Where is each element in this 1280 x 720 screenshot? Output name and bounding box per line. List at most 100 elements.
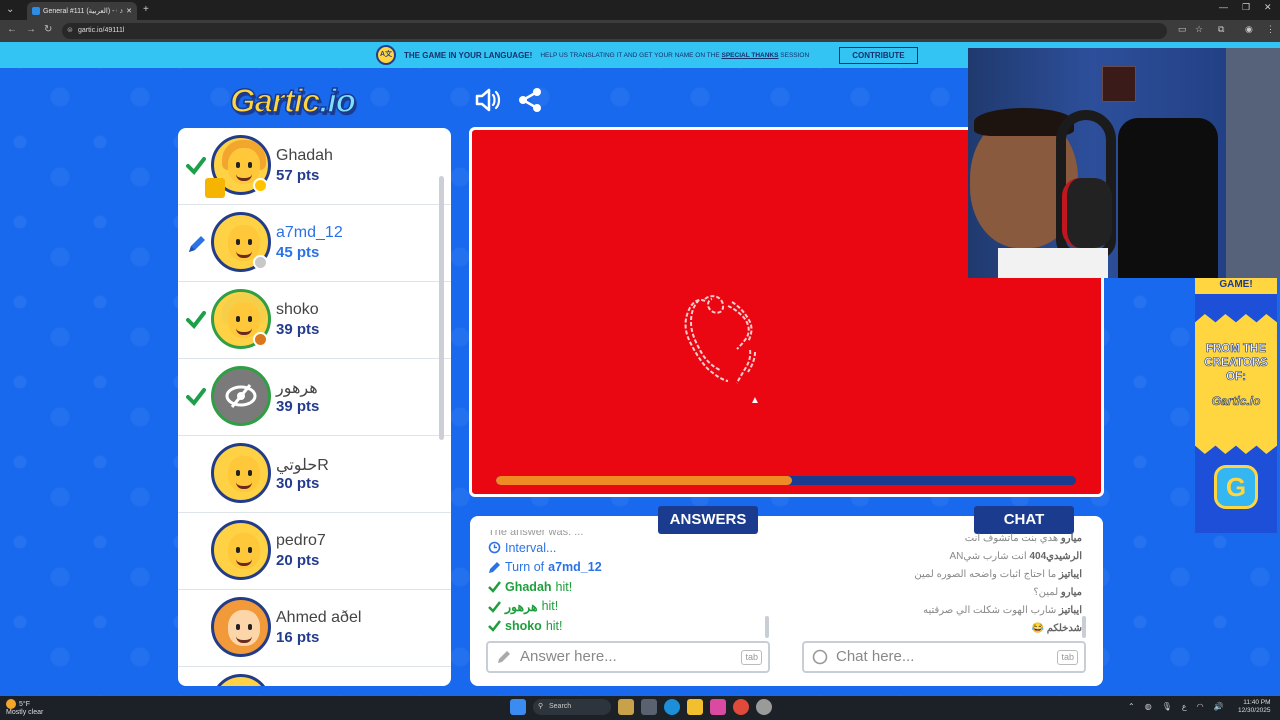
new-tab-button[interactable]: + bbox=[143, 3, 149, 17]
gartic-app-icon: G bbox=[1214, 465, 1258, 509]
widgets-icon[interactable] bbox=[618, 699, 634, 715]
check-icon bbox=[488, 600, 501, 613]
check-icon bbox=[186, 387, 206, 407]
start-icon[interactable] bbox=[510, 699, 526, 715]
weather-widget[interactable]: 5°F Mostly clear bbox=[6, 699, 43, 717]
back-icon[interactable]: ← bbox=[7, 24, 17, 35]
chat-message: ميارو هدي بنت ماتشوف انت bbox=[964, 533, 1082, 544]
player-row[interactable]: حلوتيR 30 pts bbox=[178, 436, 451, 513]
profile-icon[interactable]: ◉ bbox=[1245, 24, 1253, 35]
avatar bbox=[211, 520, 271, 580]
instagram-icon[interactable] bbox=[710, 699, 726, 715]
search-icon: ⚲ bbox=[538, 703, 544, 710]
taskbar-apps: ⚲ Search bbox=[510, 699, 772, 715]
tab-audio-icon[interactable]: ♪ bbox=[120, 8, 124, 15]
status-badge bbox=[253, 255, 268, 270]
windows-taskbar: 5°F Mostly clear ⚲ Search ⌃ ◍ 🎙 ع ◠ 🔊 11:4… bbox=[0, 696, 1280, 720]
mic-icon[interactable]: 🎙 bbox=[1162, 702, 1172, 711]
player-name: هرهور bbox=[276, 380, 318, 397]
player-row[interactable]: هرهور 39 pts bbox=[178, 359, 451, 436]
status-badge bbox=[253, 178, 268, 193]
site-info-icon[interactable]: ⊜ bbox=[67, 23, 73, 39]
file-explorer-icon[interactable] bbox=[687, 699, 703, 715]
player-points: 57 pts bbox=[276, 167, 320, 184]
contribute-button[interactable]: CONTRIBUTE bbox=[839, 46, 918, 64]
forward-icon[interactable]: → bbox=[26, 24, 36, 35]
clock[interactable]: 11:40 PM 12/30/2025 bbox=[1238, 699, 1271, 715]
answer-input[interactable]: Answer here... tab bbox=[486, 641, 770, 673]
log-item: shoko hit! bbox=[488, 616, 773, 636]
avatar bbox=[211, 443, 271, 503]
taskbar-search[interactable]: ⚲ Search bbox=[533, 699, 611, 715]
player-name: a7md_12 bbox=[276, 224, 343, 241]
minimize-icon[interactable]: — bbox=[1219, 2, 1228, 12]
close-window-icon[interactable]: ✕ bbox=[1264, 2, 1272, 13]
player-row[interactable]: pedro7 20 pts bbox=[178, 513, 451, 590]
log-item: Turn of a7md_12 bbox=[488, 558, 773, 578]
player-list-scrollbar[interactable] bbox=[439, 176, 444, 440]
chat-message: ميارو لمين؟ bbox=[1033, 587, 1082, 598]
gartic-logo[interactable]: Gartic.io bbox=[229, 81, 356, 120]
task-view-icon[interactable] bbox=[641, 699, 657, 715]
chat-log: ميارو هدي بنت ماتشوف انت الرشيدي404 انت … bbox=[806, 530, 1082, 638]
menu-icon[interactable]: ⋮ bbox=[1266, 24, 1275, 35]
language-icon[interactable]: ع bbox=[1182, 702, 1187, 711]
avatar bbox=[211, 674, 271, 686]
player-list: Ghadah 57 pts a7md_12 45 pts shoko 39 pt… bbox=[178, 128, 451, 686]
chat-message: ايباتيز شارب الهوت شكلت الي صرقتيه bbox=[923, 605, 1082, 616]
player-points: 39 pts bbox=[276, 321, 320, 338]
restore-icon[interactable]: ❐ bbox=[1242, 2, 1250, 13]
browser-tab[interactable]: General #111 (العربية) - Gartic ♪ ✕ bbox=[27, 2, 137, 20]
log-item: Interval... bbox=[488, 538, 773, 558]
player-points: 20 pts bbox=[276, 552, 320, 569]
answers-scrollbar[interactable] bbox=[765, 616, 769, 638]
log-item: The answer was: ... bbox=[488, 530, 584, 538]
tab-close-icon[interactable]: ✕ bbox=[126, 7, 132, 15]
side-ad[interactable]: GAME! FROM THE CREATORS OF: Gartic.io G bbox=[1195, 278, 1277, 533]
banner-subtext: HELP US TRANSLATING IT AND GET YOUR NAME… bbox=[540, 51, 810, 59]
edge-icon[interactable] bbox=[664, 699, 680, 715]
player-row[interactable]: Ghadah 57 pts bbox=[178, 128, 451, 205]
tab-search-icon[interactable]: ⌄ bbox=[6, 3, 14, 17]
sound-icon[interactable] bbox=[474, 86, 502, 114]
chat-scrollbar[interactable] bbox=[1082, 616, 1086, 638]
tray-chevron-icon[interactable]: ⌃ bbox=[1128, 702, 1135, 711]
trophy-icon bbox=[205, 178, 225, 198]
player-points: 16 pts bbox=[276, 629, 320, 646]
screen: ⌄ General #111 (العربية) - Gartic ♪ ✕ + … bbox=[0, 0, 1280, 720]
tab-key-hint: tab bbox=[741, 650, 762, 665]
log-item: Ghadah hit! bbox=[488, 577, 773, 597]
gaming-chair bbox=[1118, 118, 1218, 278]
url-text: gartic.io/49111l bbox=[78, 27, 125, 34]
chat-input[interactable]: Chat here... tab bbox=[802, 641, 1086, 673]
player-row[interactable]: a7md_12 45 pts bbox=[178, 205, 451, 282]
clock-icon bbox=[488, 541, 501, 554]
status-badge bbox=[253, 332, 268, 347]
mouse-cursor-icon: ▲ bbox=[750, 395, 760, 406]
share-icon[interactable] bbox=[516, 86, 544, 114]
pencil-icon bbox=[489, 561, 500, 573]
url-field[interactable]: ⊜ gartic.io/49111l bbox=[62, 23, 1167, 39]
player-points: 30 pts bbox=[276, 475, 320, 492]
ad-text: FROM THE CREATORS OF: bbox=[1204, 343, 1268, 384]
avatar-hidden-icon bbox=[211, 366, 271, 426]
reload-icon[interactable]: ↻ bbox=[44, 24, 52, 35]
translate-icon: A文 bbox=[376, 45, 396, 65]
answers-log: The answer was: ... Interval... Turn of … bbox=[488, 530, 773, 638]
bookmark-star-icon[interactable]: ☆ bbox=[1195, 24, 1203, 35]
network-icon[interactable]: ◍ bbox=[1145, 702, 1152, 711]
chat-message: ايباتيز ما احتاج اثبات واضحه الصوره لمين bbox=[914, 569, 1082, 580]
wifi-icon[interactable]: ◠ bbox=[1197, 702, 1204, 711]
log-item: هرهور hit! bbox=[488, 597, 773, 617]
player-row[interactable] bbox=[178, 667, 451, 686]
extensions-icon[interactable]: ⧉ bbox=[1218, 24, 1224, 35]
pencil-icon bbox=[496, 649, 512, 665]
volume-icon[interactable]: 🔊 bbox=[1214, 702, 1224, 711]
chrome-icon[interactable] bbox=[733, 699, 749, 715]
cast-icon[interactable]: ▭ bbox=[1178, 24, 1187, 35]
player-name: shoko bbox=[276, 301, 319, 318]
check-icon bbox=[186, 310, 206, 330]
player-row[interactable]: shoko 39 pts bbox=[178, 282, 451, 359]
player-row[interactable]: Ahmed aðel 16 pts bbox=[178, 590, 451, 667]
obs-icon[interactable] bbox=[756, 699, 772, 715]
